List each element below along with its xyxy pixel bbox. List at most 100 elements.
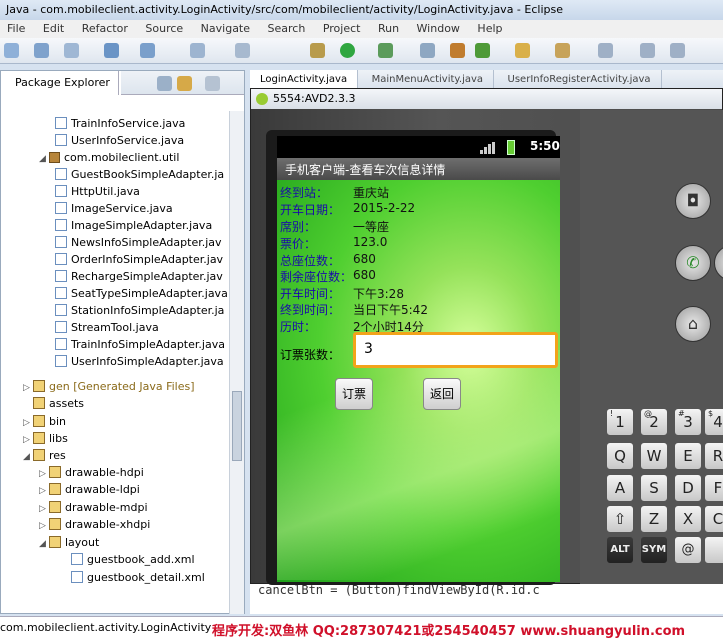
home-icon[interactable]: ⌂ xyxy=(675,306,711,342)
key-3[interactable]: #3 xyxy=(674,408,702,436)
menu-navigate[interactable]: Navigate xyxy=(194,20,257,37)
key-f[interactable]: F xyxy=(704,474,723,502)
key-4[interactable]: $4 xyxy=(704,408,723,436)
ticket-count-input[interactable]: 3 xyxy=(353,332,558,368)
avd-manager-icon[interactable] xyxy=(140,43,155,58)
tree-item[interactable]: UserInfoSimpleAdapter.java xyxy=(1,353,229,370)
tree-item[interactable]: ▷ bin xyxy=(1,413,229,430)
field-label: 票价： xyxy=(280,237,317,251)
tree-item[interactable]: ImageService.java xyxy=(1,200,229,217)
key-1[interactable]: ! 1 xyxy=(606,408,634,436)
tree-item[interactable]: SeatTypeSimpleAdapter.java xyxy=(1,285,229,302)
code-line: cancelBtn = (Button)findViewById(R.id.c xyxy=(258,583,540,597)
book-button[interactable]: 订票 xyxy=(335,378,373,410)
key-d[interactable]: D xyxy=(674,474,702,502)
menu-run[interactable]: Run xyxy=(371,20,406,37)
refresh-icon[interactable] xyxy=(475,43,490,58)
menu-window[interactable]: Window xyxy=(410,20,467,37)
back-button[interactable]: 返回 xyxy=(423,378,461,410)
forward-icon[interactable] xyxy=(670,43,685,58)
key-w[interactable]: W xyxy=(640,442,668,470)
tree-item[interactable]: ◢ com.mobileclient.util xyxy=(1,149,229,166)
key-s[interactable]: S xyxy=(640,474,668,502)
key-a[interactable]: A xyxy=(606,474,634,502)
collapse-all-icon[interactable] xyxy=(157,76,172,91)
shift-icon[interactable]: ⇧ xyxy=(606,505,634,533)
tree-item[interactable]: StationInfoSimpleAdapter.ja xyxy=(1,302,229,319)
menu-help[interactable]: Help xyxy=(470,20,509,37)
run-icon[interactable] xyxy=(340,43,355,58)
tree-item[interactable]: ◢ layout xyxy=(1,534,229,551)
key-space[interactable] xyxy=(704,536,723,564)
menu-search[interactable]: Search xyxy=(261,20,313,37)
key-r[interactable]: R xyxy=(704,442,723,470)
next-annotation-icon[interactable] xyxy=(598,43,613,58)
expand-arrow-icon[interactable]: ▷ xyxy=(39,518,49,535)
tree-item[interactable]: OrderInfoSimpleAdapter.jav xyxy=(1,251,229,268)
tree-item[interactable]: NewsInfoSimpleAdapter.jav xyxy=(1,234,229,251)
folder-icon xyxy=(33,397,45,409)
tree-item[interactable]: RechargeSimpleAdapter.jav xyxy=(1,268,229,285)
tab-user-info-register-activity[interactable]: UserInfoRegisterActivity.java xyxy=(498,70,662,89)
back-icon[interactable] xyxy=(640,43,655,58)
view-menu-icon[interactable] xyxy=(205,76,220,91)
tree-item[interactable]: TrainInfoService.java xyxy=(1,115,229,132)
java-file-icon xyxy=(55,321,67,333)
tree-item[interactable]: ▷ drawable-mdpi xyxy=(1,499,229,516)
field-value: 一等座 xyxy=(353,220,390,234)
tab-package-explorer[interactable]: Package Explorer ✕ xyxy=(1,71,131,95)
tree-item[interactable]: ▷ drawable-hdpi xyxy=(1,464,229,481)
tree-item[interactable]: GuestBookSimpleAdapter.ja xyxy=(1,166,229,183)
link-with-editor-icon[interactable] xyxy=(177,76,192,91)
tab-main-menu-activity[interactable]: MainMenuActivity.java xyxy=(362,70,495,89)
key-sym[interactable]: SYM xyxy=(640,536,668,564)
tree-item[interactable]: TrainInfoSimpleAdapter.java xyxy=(1,336,229,353)
task-icon[interactable] xyxy=(190,43,205,58)
menu-refactor[interactable]: Refactor xyxy=(75,20,135,37)
debug-icon[interactable] xyxy=(310,43,325,58)
tree-item[interactable]: ▷ drawable-xhdpi xyxy=(1,516,229,533)
field-label: 开车时间： xyxy=(280,287,341,301)
tree-item[interactable]: ◢ res xyxy=(1,447,229,464)
key-alt[interactable]: ALT xyxy=(606,536,634,564)
key-e[interactable]: E xyxy=(674,442,702,470)
save-icon[interactable] xyxy=(34,43,49,58)
new-icon[interactable] xyxy=(4,43,19,58)
menu-edit[interactable]: Edit xyxy=(36,20,71,37)
tree-item[interactable]: ▷ gen [Generated Java Files] xyxy=(1,378,229,395)
tab-login-activity[interactable]: LoginActivity.java xyxy=(250,70,359,89)
java-file-icon xyxy=(55,202,67,214)
key-c[interactable]: C xyxy=(704,505,723,533)
call-icon[interactable]: ✆ xyxy=(675,245,711,281)
tree-item[interactable]: StreamTool.java xyxy=(1,319,229,336)
java-ee-icon[interactable] xyxy=(450,43,465,58)
menu-project[interactable]: Project xyxy=(316,20,368,37)
open-type-icon[interactable] xyxy=(235,43,250,58)
android-sdk-icon[interactable] xyxy=(104,43,119,58)
tree-scrollbar[interactable] xyxy=(229,111,244,614)
field-label: 开车日期： xyxy=(280,203,341,217)
scrollbar-thumb[interactable] xyxy=(232,391,242,461)
tree-item[interactable]: ImageSimpleAdapter.java xyxy=(1,217,229,234)
expand-arrow-icon[interactable]: ▷ xyxy=(39,483,49,500)
tree-item[interactable]: ▷ drawable-ldpi xyxy=(1,481,229,498)
search-icon[interactable] xyxy=(420,43,435,58)
tree-item[interactable]: guestbook_detail.xml xyxy=(1,569,229,586)
open-folder-icon[interactable] xyxy=(515,43,530,58)
tree-item[interactable]: ▷ libs xyxy=(1,430,229,447)
tree-item[interactable]: assets xyxy=(1,395,229,412)
camera-icon[interactable]: ◘ xyxy=(675,183,711,219)
tree-item[interactable]: guestbook_add.xml xyxy=(1,551,229,568)
edit-icon[interactable] xyxy=(555,43,570,58)
key-q[interactable]: Q xyxy=(606,442,634,470)
menu-file[interactable]: File xyxy=(0,20,32,37)
menu-source[interactable]: Source xyxy=(138,20,190,37)
tree-item[interactable]: UserInfoService.java xyxy=(1,132,229,149)
key-x[interactable]: X xyxy=(674,505,702,533)
key-z[interactable]: Z xyxy=(640,505,668,533)
key-at[interactable]: @ xyxy=(674,536,702,564)
tree-item[interactable]: HttpUtil.java xyxy=(1,183,229,200)
key-2[interactable]: @2 xyxy=(640,408,668,436)
external-tools-icon[interactable] xyxy=(378,43,393,58)
print-icon[interactable] xyxy=(64,43,79,58)
